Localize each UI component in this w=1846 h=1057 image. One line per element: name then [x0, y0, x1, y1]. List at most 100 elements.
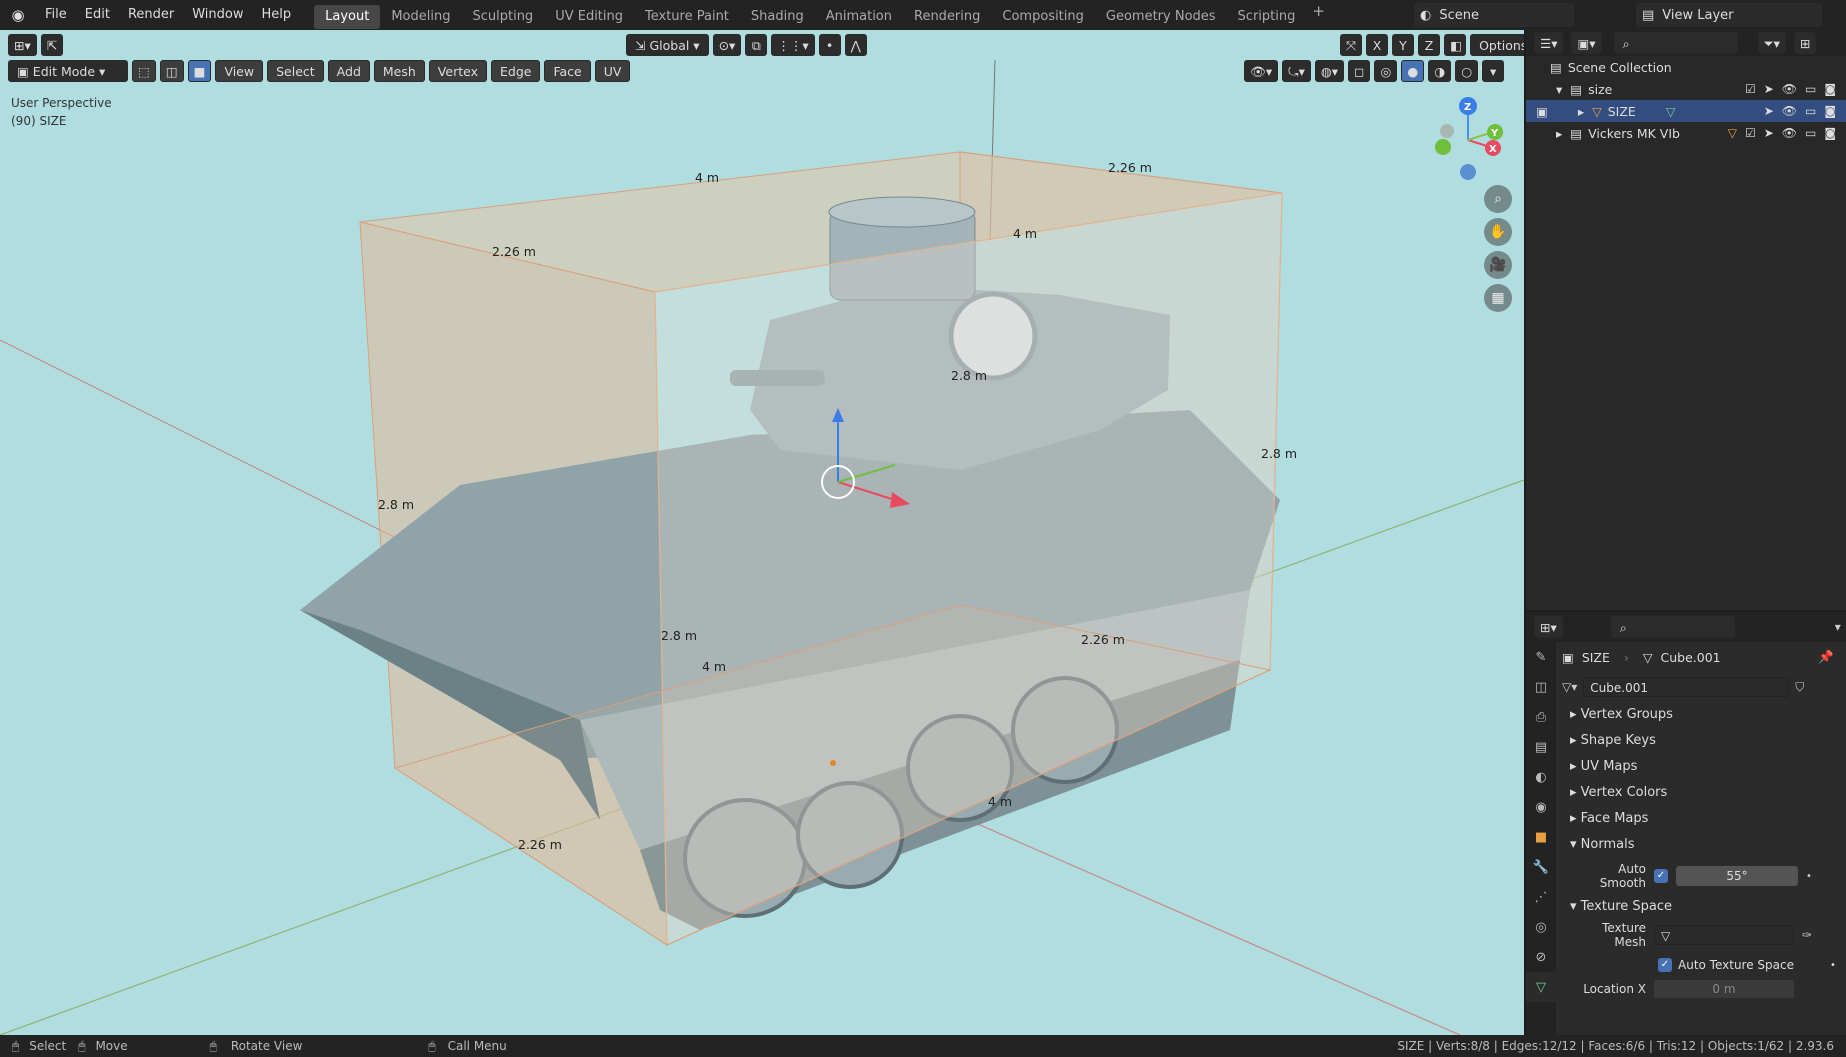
view-layer-selector[interactable]: ▤ View Layer — [1636, 3, 1822, 27]
panel-face-maps[interactable]: ▸ Face Maps — [1556, 806, 1846, 832]
tool-tab-icon[interactable]: ✎ — [1526, 642, 1556, 672]
zoom-icon[interactable]: ⌕ — [1484, 185, 1512, 213]
chevron-right-icon[interactable]: ▸ — [1556, 126, 1562, 141]
menu-render[interactable]: Render — [119, 0, 183, 30]
object-tab-icon[interactable]: ■ — [1526, 822, 1556, 852]
auto-smooth-angle-field[interactable]: 55° — [1676, 866, 1798, 886]
overlay-toggle-icon[interactable]: ◍▾ — [1314, 60, 1345, 82]
add-workspace-icon[interactable]: + — [1312, 2, 1325, 29]
menu-file[interactable]: File — [36, 0, 76, 30]
mesh-data-tab-icon[interactable]: ▽ — [1526, 972, 1556, 1002]
tab-scripting[interactable]: Scripting — [1227, 5, 1307, 29]
tab-layout[interactable]: Layout — [314, 4, 381, 29]
3d-viewport[interactable]: Z Y X ⊞▾ ⇱ ⇲ Global ▾ ⊙▾ ⧉ ⋮⋮▾ • ⋀ ⤧ X Y… — [0, 30, 1524, 1035]
material-shading-icon[interactable]: ◑ — [1428, 60, 1452, 82]
physics-tab-icon[interactable]: ◎ — [1526, 912, 1556, 942]
view-layer-tab-icon[interactable]: ▤ — [1526, 732, 1556, 762]
proportional-edit-icon[interactable]: • — [818, 34, 841, 56]
select-arrow-icon[interactable]: ➤ — [1764, 104, 1774, 118]
edge-select-icon[interactable]: ◫ — [159, 60, 184, 82]
tab-compositing[interactable]: Compositing — [991, 5, 1095, 29]
blender-logo-icon[interactable]: ◉ — [0, 6, 36, 24]
menu-help[interactable]: Help — [253, 0, 301, 30]
tab-texture-paint[interactable]: Texture Paint — [634, 5, 740, 29]
chevron-right-icon[interactable]: ▸ — [1578, 104, 1584, 119]
snap-icon[interactable]: ⧉ — [745, 34, 768, 56]
shading-options-icon[interactable]: ▾ — [1482, 60, 1505, 82]
menu-select[interactable]: Select — [267, 60, 324, 82]
menu-window[interactable]: Window — [183, 0, 252, 30]
filter-icon[interactable]: ⏷▾ — [1757, 32, 1786, 54]
tab-rendering[interactable]: Rendering — [903, 5, 991, 29]
camera-icon[interactable]: ◙ — [1824, 82, 1836, 96]
texture-mesh-field[interactable]: ▽ — [1654, 925, 1794, 945]
particles-tab-icon[interactable]: ⋰ — [1526, 882, 1556, 912]
transform-orientation-dropdown[interactable]: ⇲ Global ▾ — [626, 34, 709, 56]
mirror-icon[interactable]: ⤧ — [1340, 34, 1362, 56]
panel-shape-keys[interactable]: ▸ Shape Keys — [1556, 728, 1846, 754]
tab-modeling[interactable]: Modeling — [380, 5, 461, 29]
solid-shading-icon[interactable]: ● — [1401, 60, 1425, 82]
menu-edit[interactable]: Edit — [76, 0, 119, 30]
outliner-item-vickers[interactable]: ▸ ▤ Vickers MK VIb ▽ ☑ ➤ 👁 ▭ ◙ — [1526, 122, 1846, 144]
vertex-select-icon[interactable]: ⬚ — [132, 60, 156, 82]
display-mode-icon[interactable]: ▣▾ — [1571, 32, 1602, 54]
tab-shading[interactable]: Shading — [740, 5, 815, 29]
select-arrow-icon[interactable]: ➤ — [1764, 82, 1774, 96]
world-tab-icon[interactable]: ◉ — [1526, 792, 1556, 822]
tool-select-icon[interactable]: ⇱ — [40, 34, 64, 56]
menu-vertex[interactable]: Vertex — [428, 60, 487, 82]
menu-add[interactable]: Add — [327, 60, 370, 82]
tab-sculpting[interactable]: Sculpting — [461, 5, 544, 29]
tab-uv-editing[interactable]: UV Editing — [544, 5, 634, 29]
menu-uv[interactable]: UV — [594, 60, 631, 82]
toggle-icon[interactable]: ◧ — [1444, 34, 1467, 56]
monitor-icon[interactable]: ▭ — [1805, 104, 1816, 118]
panel-vertex-colors[interactable]: ▸ Vertex Colors — [1556, 780, 1846, 806]
tab-geometry-nodes[interactable]: Geometry Nodes — [1095, 5, 1227, 29]
scene-selector[interactable]: ◐ Scene — [1414, 3, 1574, 27]
mesh-browse-icon[interactable]: ▽▾ — [1562, 680, 1577, 694]
scene-collection-row[interactable]: ▤ Scene Collection — [1526, 56, 1846, 78]
mode-dropdown[interactable]: ▣ Edit Mode ▾ — [8, 60, 128, 82]
render-tab-icon[interactable]: ◫ — [1526, 672, 1556, 702]
camera-icon[interactable]: ◙ — [1824, 104, 1836, 118]
menu-edge[interactable]: Edge — [490, 60, 541, 82]
outliner-item-SIZE[interactable]: ▣ ▸ ▽ SIZE ▽ ➤ 👁 ▭ ◙ — [1526, 100, 1846, 122]
pin-icon[interactable]: 📌 — [1818, 649, 1834, 665]
mirror-x-button[interactable]: X — [1366, 34, 1388, 56]
outliner-search-input[interactable]: ⌕ — [1613, 32, 1738, 54]
visibility-icon[interactable]: 👁▾ — [1244, 60, 1279, 82]
tab-animation[interactable]: Animation — [815, 5, 903, 29]
chevron-down-icon[interactable]: ▾ — [1556, 82, 1562, 97]
chevron-down-icon[interactable]: ▾ — [1835, 620, 1841, 634]
menu-view[interactable]: View — [215, 60, 264, 82]
auto-smooth-checkbox[interactable]: ✓ — [1654, 869, 1668, 883]
face-select-icon[interactable]: ■ — [187, 60, 212, 82]
mirror-z-button[interactable]: Z — [1418, 34, 1440, 56]
monitor-icon[interactable]: ▭ — [1805, 82, 1816, 96]
nav-gizmo-neg-x[interactable] — [1440, 124, 1454, 138]
eye-icon[interactable]: 👁 — [1782, 104, 1797, 118]
menu-mesh[interactable]: Mesh — [373, 60, 425, 82]
panel-vertex-groups[interactable]: ▸ Vertex Groups — [1556, 702, 1846, 728]
outliner-item-size[interactable]: ▾ ▤ size ☑ ➤ 👁 ▭ ◙ — [1526, 78, 1846, 100]
menu-face[interactable]: Face — [544, 60, 591, 82]
datablock-name-field[interactable]: Cube.001 — [1583, 677, 1790, 697]
nav-gizmo-neg-z[interactable] — [1460, 164, 1476, 180]
ortho-grid-icon[interactable]: ▦ — [1484, 284, 1512, 312]
camera-icon[interactable]: ◙ — [1824, 126, 1836, 140]
properties-editor-icon[interactable]: ⊞▾ — [1534, 616, 1563, 638]
auto-texture-space-checkbox[interactable]: ✓ — [1658, 958, 1672, 972]
mirror-y-button[interactable]: Y — [1392, 34, 1414, 56]
properties-search-input[interactable]: ⌕ — [1610, 616, 1735, 638]
modifier-tab-icon[interactable]: 🔧 — [1526, 852, 1556, 882]
location-x-field[interactable]: 0 m — [1654, 980, 1794, 998]
rendered-shading-icon[interactable]: ○ — [1455, 60, 1479, 82]
camera-view-icon[interactable]: 🎥 — [1484, 251, 1512, 279]
checkbox-icon[interactable]: ☑ — [1745, 82, 1756, 96]
pan-hand-icon[interactable]: ✋ — [1484, 218, 1512, 246]
fake-user-shield-icon[interactable]: ⛉ — [1795, 680, 1804, 695]
output-tab-icon[interactable]: ⎙ — [1526, 702, 1556, 732]
monitor-icon[interactable]: ▭ — [1805, 126, 1816, 140]
